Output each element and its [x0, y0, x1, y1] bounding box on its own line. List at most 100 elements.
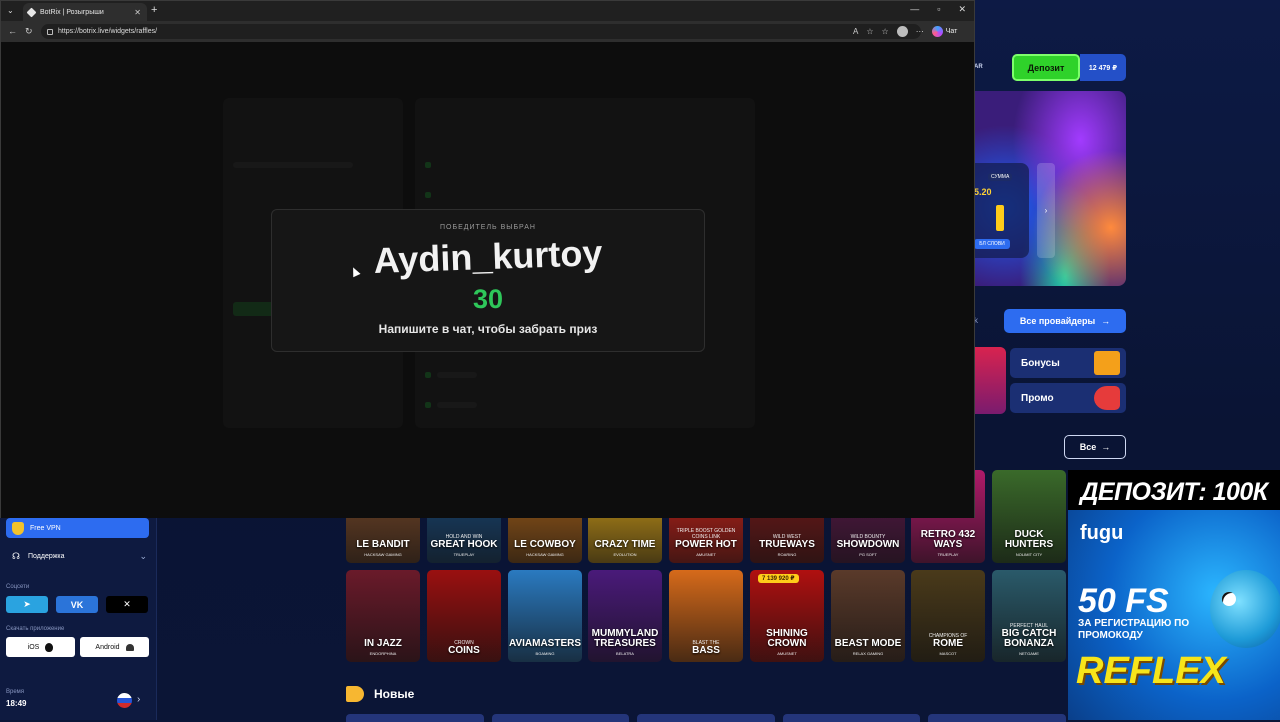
more-icon[interactable]: ⋯: [916, 27, 924, 36]
game-name: SHINING CROWN: [766, 628, 808, 649]
dim-row: [233, 162, 353, 168]
new-game-tile[interactable]: [346, 714, 484, 722]
new-games-row: [346, 714, 1066, 722]
tab-botrix[interactable]: BotRix | Розыгрыши ✕: [23, 3, 147, 21]
chevron-down-icon: ⌄: [139, 550, 147, 561]
dim-dot: [425, 162, 431, 168]
game-tile[interactable]: BEAST MODE RELAX GAMING: [831, 570, 905, 662]
x-button[interactable]: ✕: [106, 596, 148, 613]
game-tile[interactable]: DUCK HUNTERS NOLIMIT CITY: [992, 470, 1066, 563]
ios-label: iOS: [27, 643, 40, 651]
support-menu[interactable]: ☊ Поддержка ⌄: [12, 548, 147, 564]
all-providers-button[interactable]: Все провайдеры →: [1004, 309, 1126, 333]
game-tile[interactable]: 7 139 920 ₽ SHINING CROWN AMUSNET: [750, 570, 824, 662]
fish-mascot-icon: [1210, 570, 1280, 648]
megaphone-icon: [346, 686, 364, 702]
game-provider: BELATRA: [616, 651, 634, 656]
read-aloud-icon[interactable]: A: [853, 27, 858, 36]
address-bar[interactable]: https://botrix.live/widgets/raffles/: [41, 24, 921, 39]
dim-row: [437, 372, 477, 378]
game-provider: ROARING: [777, 552, 797, 557]
browser-toolbar: ← ↻ https://botrix.live/widgets/raffles/…: [1, 21, 974, 42]
telegram-button[interactable]: ➤: [6, 596, 48, 613]
maximize-button[interactable]: ▫: [937, 4, 940, 15]
banner-next-arrow[interactable]: ›: [1037, 163, 1055, 258]
dim-dot: [425, 192, 431, 198]
balance-display[interactable]: 12 479 ₽: [1080, 54, 1126, 81]
android-app-button[interactable]: Android: [80, 637, 149, 657]
bonuses-tile[interactable]: Бонусы: [1010, 348, 1126, 378]
all-providers-label: Все провайдеры: [1019, 316, 1096, 326]
game-tile[interactable]: AVIAMASTERS BGAMING: [508, 570, 582, 662]
game-tile[interactable]: CROWN COINS: [427, 570, 501, 662]
game-name: BASS: [692, 645, 720, 656]
dim-row: [437, 402, 477, 408]
new-game-tile[interactable]: [637, 714, 775, 722]
free-vpn-button[interactable]: Free VPN: [6, 518, 149, 538]
ios-app-button[interactable]: iOS: [6, 637, 75, 657]
new-game-tile[interactable]: [491, 714, 630, 722]
window-close-button[interactable]: ✕: [958, 4, 966, 15]
tab-menu-icon[interactable]: ⌄: [7, 6, 14, 15]
new-tab-button[interactable]: +: [151, 4, 157, 16]
promo-banner[interactable]: СУММА 5.20 БЛ СЛОВИ ›: [974, 91, 1126, 286]
new-game-tile[interactable]: [782, 714, 921, 722]
download-app-label: Скачать приложение: [6, 626, 65, 632]
all-label: Все: [1079, 442, 1097, 452]
apple-icon: [45, 642, 54, 652]
game-provider: ENDORPHINA: [369, 651, 397, 656]
game-name: DUCK HUNTERS: [1004, 529, 1054, 550]
dim-dot: [425, 372, 431, 378]
game-tile[interactable]: PERFECT HAUL BIG CATCH BONANZA NETGAME: [992, 570, 1066, 662]
support-label: Поддержка: [28, 552, 65, 560]
game-provider: AMUSNET: [696, 552, 716, 557]
jackpot-badge: 7 139 920 ₽: [758, 574, 799, 583]
minimize-button[interactable]: —: [910, 4, 919, 15]
reload-button[interactable]: ↻: [25, 26, 33, 37]
ad-promo-code: REFLEX: [1076, 650, 1226, 692]
game-provider: HACKSAW GAMING: [364, 552, 402, 557]
game-tile[interactable]: CHAMPIONS OF ROME MASCOT: [911, 570, 985, 662]
tab-bar: ⌄ BotRix | Розыгрыши ✕ + — ▫ ✕: [1, 1, 974, 21]
x-icon: ✕: [123, 599, 131, 609]
ad-subtitle: ЗА РЕГИСТРАЦИЮ ПО ПРОМОКОДУ: [1078, 618, 1190, 641]
all-games-button[interactable]: Все →: [1064, 435, 1126, 459]
profile-avatar[interactable]: [896, 26, 908, 37]
chevron-right-icon[interactable]: ›: [137, 694, 140, 705]
close-icon[interactable]: ✕: [134, 8, 141, 17]
copilot-chat-button[interactable]: Чат: [931, 26, 957, 37]
time-label: Время: [6, 689, 25, 695]
window-controls: — ▫ ✕: [910, 4, 966, 15]
game-name: AVIAMASTERS: [508, 638, 582, 649]
new-games-header: Новые: [346, 686, 414, 702]
ad-body: fugu 50 FS ЗА РЕГИСТРАЦИЮ ПО ПРОМОКОДУ R…: [1068, 510, 1280, 720]
game-name: CRAZY TIME: [594, 539, 656, 550]
game-name: COINS: [448, 645, 480, 656]
game-tile[interactable]: IN JAZZ ENDORPHINA: [346, 570, 420, 662]
banner-bar: [996, 205, 1004, 231]
back-button[interactable]: ←: [8, 26, 17, 36]
game-provider: PG SOFT: [859, 552, 877, 557]
time-value: 18:49: [6, 699, 27, 708]
game-provider: TRUEPLAY: [453, 552, 475, 557]
game-provider: NETGAME: [1019, 651, 1039, 656]
bonuses-label: Бонусы: [1021, 357, 1060, 369]
page-viewport: ПОБЕДИТЕЛЬ ВЫБРАН Aydin_kurtoy 30 Напиши…: [1, 42, 974, 518]
new-game-tile[interactable]: [928, 714, 1066, 722]
countdown-timer: 30: [472, 284, 504, 314]
favorites-icon[interactable]: ☆: [882, 27, 889, 36]
russia-flag-icon[interactable]: [117, 693, 132, 708]
game-provider: HACKSAW GAMING: [526, 552, 564, 557]
deposit-button[interactable]: Депозит: [1012, 54, 1080, 81]
game-tile[interactable]: MUMMYLAND TREASURES BELATRA: [588, 570, 662, 662]
ad-brand: fugu: [1080, 522, 1124, 544]
promo-tile[interactable]: Промо: [1010, 383, 1126, 413]
star-icon[interactable]: ☆: [866, 27, 873, 36]
game-name: MUMMYLAND TREASURES: [591, 628, 659, 649]
banner-card-button: БЛ СЛОВИ: [974, 239, 1010, 249]
stream-ad-overlay: ДЕПОЗИТ: 100К fugu 50 FS ЗА РЕГИСТРАЦИЮ …: [1068, 470, 1280, 720]
socials-label: Соцсети: [6, 584, 30, 590]
vk-button[interactable]: VK: [56, 596, 98, 613]
promo-image[interactable]: [974, 347, 1006, 414]
game-tile[interactable]: BLAST THE BASS: [669, 570, 743, 662]
